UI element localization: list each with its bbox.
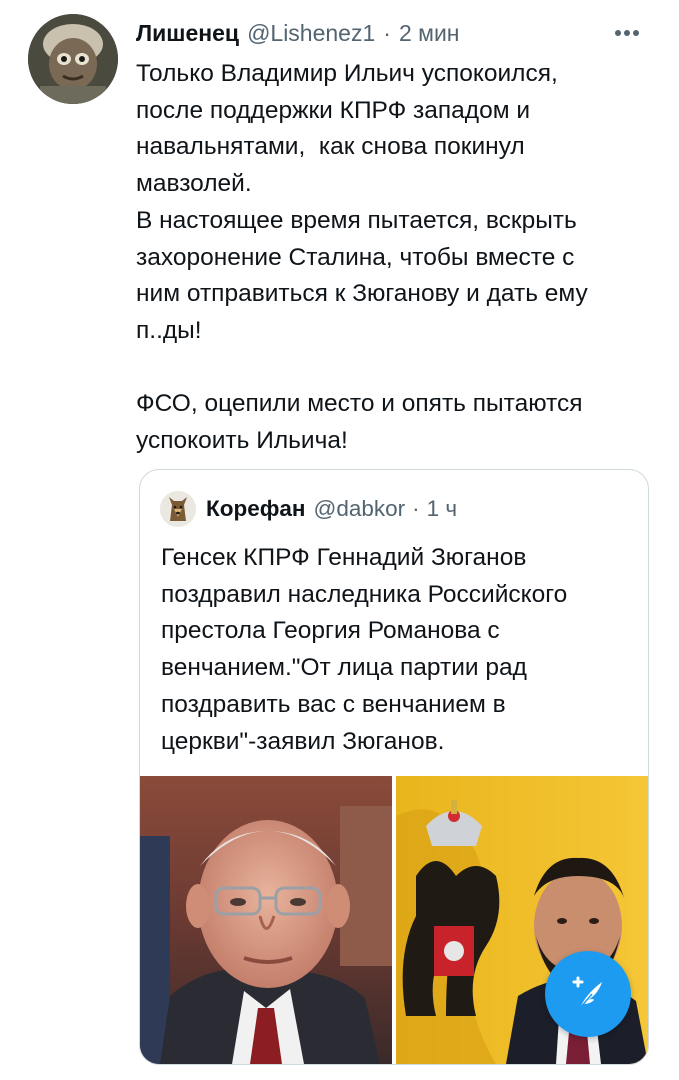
quoted-tweet-header: Корефан @dabkor · 1 ч bbox=[160, 490, 638, 528]
quoted-text-line: Генсек КПРФ Геннадий Зюганов bbox=[161, 544, 527, 571]
tweet-header: Лишенец @Lishenez1 · 2 мин bbox=[136, 16, 679, 50]
media-photo-left[interactable] bbox=[140, 776, 392, 1064]
tweet-text-line: В настоящее время пытается, вскрыть bbox=[136, 206, 577, 234]
author-name[interactable]: Лишенец bbox=[136, 20, 239, 47]
tweet-text-line: ним отправиться к Зюганову и дать ему bbox=[136, 280, 588, 308]
tweet-text-line: навальнятами, как снова покинул bbox=[136, 133, 525, 161]
quoted-timestamp[interactable]: 1 ч bbox=[427, 496, 458, 522]
tweet-text-line: ФСО, оцепили место и опять пытаются bbox=[136, 390, 583, 418]
tweet: Лишенец @Lishenez1 · 2 мин Только Владим… bbox=[0, 0, 679, 1080]
quoted-text-line: поздравил наследника Российского bbox=[161, 580, 568, 608]
tweet-text-line: мавзолей. bbox=[136, 170, 252, 198]
quoted-text-line: поздравить вас с венчанием в bbox=[161, 690, 506, 718]
more-options-button[interactable] bbox=[607, 16, 647, 50]
quoted-text-line: церкви"-заявил Зюганов. bbox=[161, 727, 445, 755]
quoted-author-handle[interactable]: @dabkor bbox=[314, 496, 406, 522]
compose-tweet-button[interactable] bbox=[545, 951, 631, 1037]
quoted-tweet-text: Генсек КПРФ Геннадий Зюганов поздравил н… bbox=[161, 540, 636, 760]
quoted-header-separator: · bbox=[412, 496, 420, 521]
tweet-text: Только Владимир Ильич успокоился, после … bbox=[136, 56, 656, 460]
tweet-text-line: после поддержки КПРФ западом и bbox=[136, 96, 531, 124]
tweet-text-line: Только Владимир Ильич успокоился, bbox=[136, 60, 558, 87]
author-avatar[interactable] bbox=[28, 14, 118, 104]
tweet-text-line: захоронение Сталина, чтобы вместе с bbox=[136, 243, 575, 271]
header-separator: · bbox=[383, 19, 391, 46]
author-handle[interactable]: @Lishenez1 bbox=[247, 20, 375, 47]
more-horizontal-icon bbox=[615, 30, 639, 36]
tweet-timestamp[interactable]: 2 мин bbox=[399, 20, 460, 47]
quoted-author-name[interactable]: Корефан bbox=[206, 496, 306, 522]
quoted-text-line: венчанием."От лица партии рад bbox=[161, 654, 527, 682]
quoted-author-avatar[interactable] bbox=[160, 491, 196, 527]
tweet-text-line: п..ды! bbox=[136, 316, 202, 344]
tweet-text-line: успокоить Ильича! bbox=[136, 427, 348, 455]
compose-feather-plus-icon bbox=[572, 976, 602, 1009]
quoted-text-line: престола Георгия Романова с bbox=[161, 617, 500, 645]
